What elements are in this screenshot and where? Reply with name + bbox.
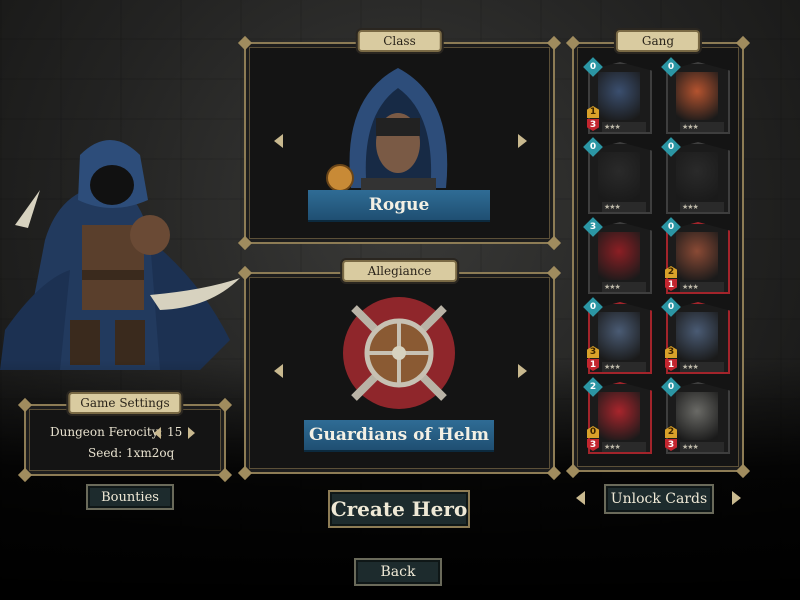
card-cost-gem: 0: [583, 137, 603, 157]
red-haired-woman-art: [676, 232, 718, 280]
class-next-arrow[interactable]: [518, 134, 527, 148]
card-cost-value: 3: [589, 222, 597, 232]
dungeon-ferocity-label: Dungeon Ferocity:: [50, 425, 163, 439]
card-stars-icon: ★★★: [682, 203, 699, 211]
card-stars-icon: ★★★: [604, 443, 621, 451]
card-cost-gem: 3: [583, 217, 603, 237]
back-button[interactable]: Back: [354, 558, 442, 586]
all-seeing-eye-art: [598, 152, 640, 200]
game-settings-panel: Game Settings Dungeon Ferocity: 15 Seed:…: [17, 392, 233, 483]
card-cost-gem: 0: [583, 297, 603, 317]
class-icon-badge: [326, 164, 354, 192]
unlock-cards-prev-arrow[interactable]: [576, 491, 585, 505]
hooded-bandit-art: [598, 72, 640, 120]
class-name-label: Rogue: [368, 195, 430, 215]
class-tab: Class: [357, 30, 442, 52]
card-cost-gem: 0: [661, 57, 681, 77]
slash-card-art: [676, 72, 718, 120]
banner-tower-art: [598, 392, 640, 440]
back-button-label: Back: [380, 564, 416, 580]
class-name-banner: Rogue: [308, 190, 490, 220]
card-cost-gem: 0: [661, 137, 681, 157]
dungeon-ferocity-value: 15: [167, 425, 183, 439]
red-claw-art: [598, 232, 640, 280]
allegiance-prev-arrow[interactable]: [274, 364, 283, 378]
card-cost-gem: 0: [661, 297, 681, 317]
card-stars-icon: ★★★: [682, 363, 699, 371]
ferocity-decrease-arrow[interactable]: [154, 427, 161, 439]
card-cost-value: 0: [667, 62, 675, 72]
gang-panel: Gang ★★★ 0 1 3 ★★★ 0 ★★★ 0 ★★★ 0 ★★★ 3 ★★★ 0 2 1 ★★★ 0 3 1 ★…: [565, 30, 751, 479]
card-cost-value: 0: [667, 222, 675, 232]
unlock-cards-button[interactable]: Unlock Cards: [604, 484, 714, 514]
card-stars-icon: ★★★: [682, 283, 699, 291]
allegiance-next-arrow[interactable]: [518, 364, 527, 378]
create-hero-button-label: Create Hero: [330, 497, 468, 521]
card-cost-value: 0: [667, 142, 675, 152]
unlock-cards-next-arrow[interactable]: [732, 491, 741, 505]
class-panel: Class Rogue: [237, 30, 562, 251]
card-cost-gem: 0: [661, 217, 681, 237]
card-cost-value: 2: [589, 382, 597, 392]
allegiance-name-banner: Guardians of Helm: [304, 420, 494, 450]
card-cost-value: 0: [589, 62, 597, 72]
seed-text: Seed: 1xm2oq: [88, 446, 175, 460]
game-settings-tab: Game Settings: [68, 392, 182, 414]
card-stars-icon: ★★★: [604, 203, 621, 211]
class-prev-arrow[interactable]: [274, 134, 283, 148]
armored-knight-art: [676, 392, 718, 440]
allegiance-panel: Allegiance Guardians of Helm: [237, 260, 562, 481]
card-cost-value: 0: [589, 142, 597, 152]
card-cost-gem: 0: [661, 377, 681, 397]
young-soldier-art: [676, 312, 718, 360]
card-stars-icon: ★★★: [604, 363, 621, 371]
crossed-daggers-art: [676, 152, 718, 200]
bounties-button[interactable]: Bounties: [86, 484, 174, 510]
create-hero-button[interactable]: Create Hero: [328, 490, 470, 528]
bounties-button-label: Bounties: [101, 490, 159, 505]
card-cost-gem: 2: [583, 377, 603, 397]
gang-card-grid: ★★★ 0 1 3 ★★★ 0 ★★★ 0 ★★★ 0 ★★★ 3 ★★★ 0 2 1 ★★★ 0 3 1 ★★★ 0 3 1…: [574, 44, 742, 470]
hero-rogue-illustration: [0, 140, 240, 370]
card-cost-gem: 0: [583, 57, 603, 77]
card-stars-icon: ★★★: [682, 123, 699, 131]
card-cost-value: 0: [589, 302, 597, 312]
dungeon-ferocity-row: Dungeon Ferocity:: [50, 425, 163, 439]
card-stars-icon: ★★★: [682, 443, 699, 451]
young-soldier-art: [598, 312, 640, 360]
card-stars-icon: ★★★: [604, 123, 621, 131]
rogue-portrait: [349, 68, 448, 198]
ferocity-increase-arrow[interactable]: [188, 427, 195, 439]
allegiance-tab: Allegiance: [341, 260, 458, 282]
card-stars-icon: ★★★: [604, 283, 621, 291]
guardians-shield-emblem: [343, 297, 455, 409]
card-cost-value: 0: [667, 302, 675, 312]
allegiance-name-label: Guardians of Helm: [309, 425, 489, 445]
card-cost-value: 0: [667, 382, 675, 392]
unlock-cards-button-label: Unlock Cards: [610, 491, 708, 507]
